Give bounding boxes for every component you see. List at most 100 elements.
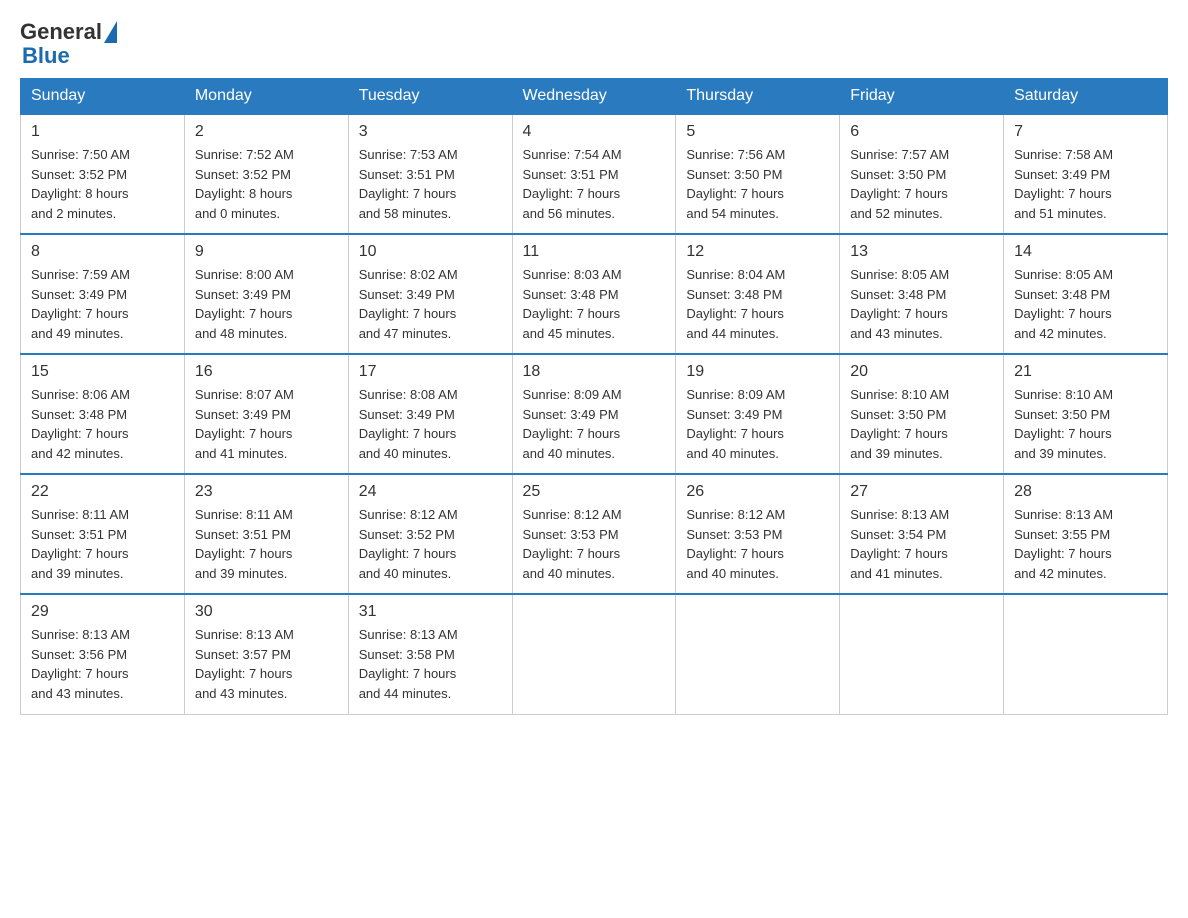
calendar-cell [1004,594,1168,714]
day-number: 8 [31,243,174,261]
week-row-5: 29 Sunrise: 8:13 AMSunset: 3:56 PMDayligh… [21,594,1168,714]
calendar-cell: 28 Sunrise: 8:13 AMSunset: 3:55 PMDayligh… [1004,474,1168,594]
calendar-cell: 18Sunrise: 8:09 AMSunset: 3:49 PMDayligh… [512,354,676,474]
calendar-cell: 17 Sunrise: 8:08 AMSunset: 3:49 PMDayligh… [348,354,512,474]
day-info: Sunrise: 8:13 AMSunset: 3:57 PMDaylight:… [195,625,338,703]
day-number: 1 [31,123,174,141]
calendar-cell: 11 Sunrise: 8:03 AMSunset: 3:48 PMDayligh… [512,234,676,354]
calendar-cell: 6Sunrise: 7:57 AMSunset: 3:50 PMDaylight… [840,114,1004,234]
calendar-cell: 1 Sunrise: 7:50 AMSunset: 3:52 PMDaylight… [21,114,185,234]
header-cell-wednesday: Wednesday [512,79,676,115]
calendar-cell: 26Sunrise: 8:12 AMSunset: 3:53 PMDayligh… [676,474,840,594]
day-number: 5 [686,123,829,141]
logo-triangle-icon [104,21,117,43]
day-info: Sunrise: 8:13 AMSunset: 3:54 PMDaylight:… [850,505,993,583]
day-number: 17 [359,363,502,381]
day-info: Sunrise: 7:57 AMSunset: 3:50 PMDaylight:… [850,145,993,223]
day-info: Sunrise: 8:09 AMSunset: 3:49 PMDaylight:… [686,385,829,463]
header-cell-tuesday: Tuesday [348,79,512,115]
day-number: 13 [850,243,993,261]
day-number: 12 [686,243,829,261]
week-row-4: 22 Sunrise: 8:11 AMSunset: 3:51 PMDayligh… [21,474,1168,594]
day-info: Sunrise: 8:07 AMSunset: 3:49 PMDaylight:… [195,385,338,463]
day-number: 29 [31,603,174,621]
header-row: SundayMondayTuesdayWednesdayThursdayFrid… [21,79,1168,115]
day-number: 7 [1014,123,1157,141]
day-number: 16 [195,363,338,381]
day-number: 9 [195,243,338,261]
day-number: 11 [523,243,666,261]
calendar-cell: 3 Sunrise: 7:53 AMSunset: 3:51 PMDaylight… [348,114,512,234]
calendar-cell: 15 Sunrise: 8:06 AMSunset: 3:48 PMDayligh… [21,354,185,474]
day-number: 20 [850,363,993,381]
calendar-cell: 14 Sunrise: 8:05 AMSunset: 3:48 PMDayligh… [1004,234,1168,354]
day-info: Sunrise: 8:05 AMSunset: 3:48 PMDaylight:… [1014,265,1157,343]
calendar-cell: 25 Sunrise: 8:12 AMSunset: 3:53 PMDayligh… [512,474,676,594]
day-number: 31 [359,603,502,621]
day-number: 15 [31,363,174,381]
day-info: Sunrise: 8:10 AMSunset: 3:50 PMDaylight:… [850,385,993,463]
day-info: Sunrise: 7:50 AMSunset: 3:52 PMDaylight:… [31,145,174,223]
calendar-cell: 13 Sunrise: 8:05 AMSunset: 3:48 PMDayligh… [840,234,1004,354]
day-info: Sunrise: 8:13 AMSunset: 3:55 PMDaylight:… [1014,505,1157,583]
page-header: General Blue [20,20,1168,68]
day-number: 28 [1014,483,1157,501]
day-number: 22 [31,483,174,501]
day-info: Sunrise: 8:08 AMSunset: 3:49 PMDaylight:… [359,385,502,463]
day-number: 24 [359,483,502,501]
calendar-cell: 2 Sunrise: 7:52 AMSunset: 3:52 PMDaylight… [184,114,348,234]
day-info: Sunrise: 8:12 AMSunset: 3:53 PMDaylight:… [523,505,666,583]
header-cell-friday: Friday [840,79,1004,115]
calendar-cell: 7 Sunrise: 7:58 AMSunset: 3:49 PMDaylight… [1004,114,1168,234]
day-info: Sunrise: 8:05 AMSunset: 3:48 PMDaylight:… [850,265,993,343]
day-number: 3 [359,123,502,141]
calendar-cell [840,594,1004,714]
day-info: Sunrise: 7:53 AMSunset: 3:51 PMDaylight:… [359,145,502,223]
calendar-cell: 19 Sunrise: 8:09 AMSunset: 3:49 PMDayligh… [676,354,840,474]
day-number: 25 [523,483,666,501]
calendar-cell [676,594,840,714]
header-cell-monday: Monday [184,79,348,115]
day-info: Sunrise: 8:04 AMSunset: 3:48 PMDaylight:… [686,265,829,343]
day-info: Sunrise: 8:02 AMSunset: 3:49 PMDaylight:… [359,265,502,343]
day-info: Sunrise: 8:12 AMSunset: 3:53 PMDaylight:… [686,505,829,583]
day-number: 18 [523,363,666,381]
day-info: Sunrise: 8:11 AMSunset: 3:51 PMDaylight:… [195,505,338,583]
header-cell-saturday: Saturday [1004,79,1168,115]
day-number: 4 [523,123,666,141]
day-info: Sunrise: 8:13 AMSunset: 3:56 PMDaylight:… [31,625,174,703]
day-number: 27 [850,483,993,501]
logo: General Blue [20,20,117,68]
calendar-cell: 23Sunrise: 8:11 AMSunset: 3:51 PMDayligh… [184,474,348,594]
calendar-cell: 10 Sunrise: 8:02 AMSunset: 3:49 PMDayligh… [348,234,512,354]
day-info: Sunrise: 8:13 AMSunset: 3:58 PMDaylight:… [359,625,502,703]
day-info: Sunrise: 8:03 AMSunset: 3:48 PMDaylight:… [523,265,666,343]
logo-general-text: General [20,20,102,44]
calendar-cell: 27 Sunrise: 8:13 AMSunset: 3:54 PMDayligh… [840,474,1004,594]
day-info: Sunrise: 8:06 AMSunset: 3:48 PMDaylight:… [31,385,174,463]
day-info: Sunrise: 8:11 AMSunset: 3:51 PMDaylight:… [31,505,174,583]
calendar-cell: 24Sunrise: 8:12 AMSunset: 3:52 PMDayligh… [348,474,512,594]
day-info: Sunrise: 8:00 AMSunset: 3:49 PMDaylight:… [195,265,338,343]
day-number: 19 [686,363,829,381]
calendar-cell: 20 Sunrise: 8:10 AMSunset: 3:50 PMDayligh… [840,354,1004,474]
day-number: 2 [195,123,338,141]
calendar-cell: 29 Sunrise: 8:13 AMSunset: 3:56 PMDayligh… [21,594,185,714]
day-info: Sunrise: 8:10 AMSunset: 3:50 PMDaylight:… [1014,385,1157,463]
calendar-cell [512,594,676,714]
header-cell-thursday: Thursday [676,79,840,115]
day-number: 10 [359,243,502,261]
day-info: Sunrise: 7:58 AMSunset: 3:49 PMDaylight:… [1014,145,1157,223]
calendar-cell: 30Sunrise: 8:13 AMSunset: 3:57 PMDayligh… [184,594,348,714]
logo-blue-text: Blue [22,44,117,68]
calendar-cell: 4Sunrise: 7:54 AMSunset: 3:51 PMDaylight… [512,114,676,234]
calendar-cell: 16 Sunrise: 8:07 AMSunset: 3:49 PMDayligh… [184,354,348,474]
week-row-2: 8Sunrise: 7:59 AMSunset: 3:49 PMDaylight… [21,234,1168,354]
calendar-cell: 8Sunrise: 7:59 AMSunset: 3:49 PMDaylight… [21,234,185,354]
week-row-1: 1 Sunrise: 7:50 AMSunset: 3:52 PMDaylight… [21,114,1168,234]
calendar-cell: 21Sunrise: 8:10 AMSunset: 3:50 PMDayligh… [1004,354,1168,474]
day-info: Sunrise: 7:52 AMSunset: 3:52 PMDaylight:… [195,145,338,223]
day-number: 14 [1014,243,1157,261]
calendar-cell: 5Sunrise: 7:56 AMSunset: 3:50 PMDaylight… [676,114,840,234]
calendar-cell: 31 Sunrise: 8:13 AMSunset: 3:58 PMDayligh… [348,594,512,714]
